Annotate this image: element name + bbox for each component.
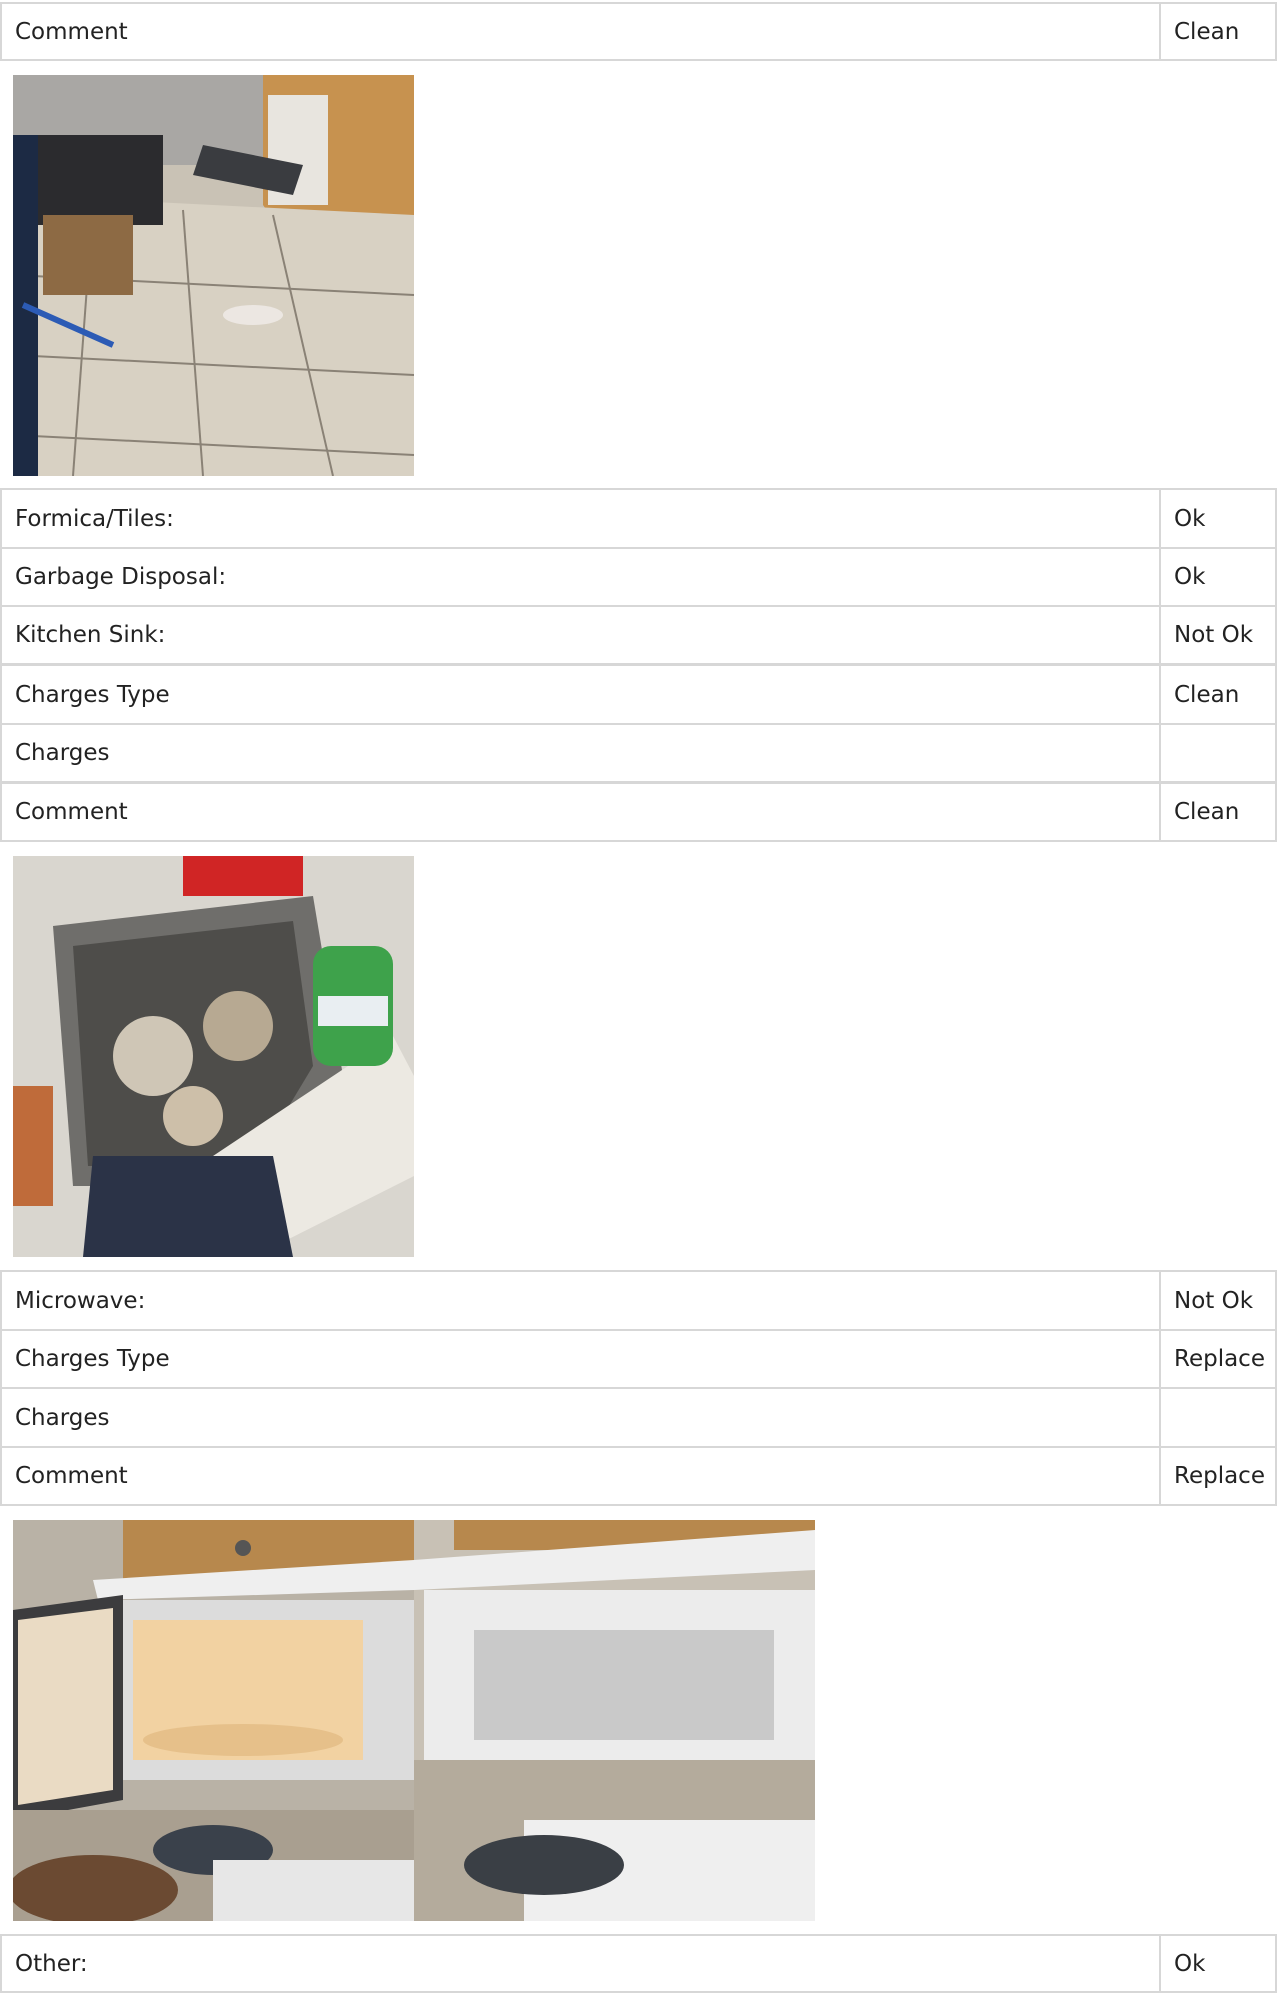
row-value [1161,725,1277,781]
row-value: Clean [1161,666,1277,723]
row-label: Garbage Disposal: [0,549,1161,605]
row-label: Charges [0,725,1161,781]
row-label: Formica/Tiles: [0,490,1161,547]
row-label: Charges Type [0,1331,1161,1387]
row-value: Ok [1161,1936,1277,1991]
kitchen-floor-photo[interactable] [13,75,414,476]
kitchen-sink-photo[interactable] [13,856,414,1257]
row-value: Clean [1161,4,1277,59]
table-row: Formica/Tiles: Ok [0,488,1277,549]
row-label: Charges [0,1389,1161,1446]
table-row: Other: Ok [0,1934,1277,1993]
row-label: Comment [0,4,1161,59]
microwave-closed-photo[interactable] [414,1520,815,1921]
table-row: Kitchen Sink: Not Ok [0,605,1277,665]
row-value: Not Ok [1161,1272,1277,1329]
row-value: Replace [1161,1448,1277,1504]
row-label: Kitchen Sink: [0,607,1161,663]
table-row: Charges [0,723,1277,783]
row-value: Ok [1161,490,1277,547]
photo-group-microwave [13,1520,815,1921]
row-value: Replace [1161,1331,1277,1387]
row-label: Other: [0,1936,1161,1991]
photo-group-kitchen-sink [13,856,414,1257]
table-row: Charges Type Clean [0,664,1277,725]
row-value: Ok [1161,549,1277,605]
table-row: Comment Replace [0,1446,1277,1506]
photo-group-kitchen-floor [13,75,414,476]
row-label: Comment [0,1448,1161,1504]
row-value: Clean [1161,784,1277,840]
table-row: Microwave: Not Ok [0,1270,1277,1331]
table-row: Charges Type Replace [0,1329,1277,1389]
row-label: Comment [0,784,1161,840]
row-value: Not Ok [1161,607,1277,663]
row-label: Microwave: [0,1272,1161,1329]
table-row: Comment Clean [0,782,1277,842]
row-value [1161,1389,1277,1446]
table-row: Charges [0,1387,1277,1448]
table-row: Comment Clean [0,2,1277,61]
microwave-open-photo[interactable] [13,1520,414,1921]
table-row: Garbage Disposal: Ok [0,547,1277,607]
row-label: Charges Type [0,666,1161,723]
